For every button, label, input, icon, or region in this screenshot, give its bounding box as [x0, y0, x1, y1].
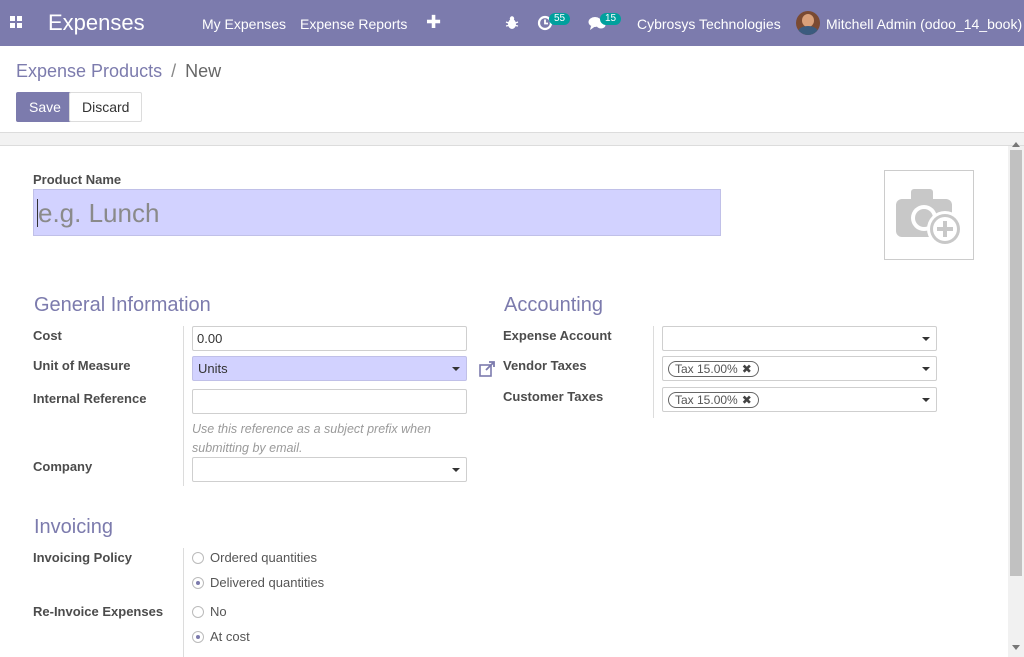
user-menu[interactable]: Mitchell Admin (odoo_14_book): [826, 16, 1022, 32]
general-information-title: General Information: [34, 294, 211, 316]
radio-reinvoice-at-cost[interactable]: [192, 631, 204, 643]
activity-count-badge: 55: [549, 13, 571, 25]
invoicing-separator: [183, 548, 184, 657]
company-select[interactable]: [192, 457, 467, 482]
save-button[interactable]: Save: [16, 92, 74, 122]
reinvoice-expenses-label: Re-Invoice Expenses: [33, 604, 164, 619]
vendor-taxes-select[interactable]: Tax 15.00% ✖: [662, 356, 937, 381]
chevron-down-icon: [922, 398, 930, 402]
internal-reference-input[interactable]: [192, 389, 467, 414]
customer-taxes-select[interactable]: Tax 15.00% ✖: [662, 387, 937, 412]
breadcrumb-current: New: [185, 61, 222, 81]
radio-label-reinvoice-at-cost[interactable]: At cost: [210, 629, 250, 645]
invoicing-policy-label: Invoicing Policy: [33, 550, 132, 565]
vendor-taxes-label: Vendor Taxes: [503, 358, 587, 373]
vendor-tax-tag-label: Tax 15.00%: [675, 362, 738, 376]
top-navbar: Expenses My Expenses Expense Reports ✚ 5…: [0, 0, 1024, 46]
product-name-input[interactable]: e.g. Lunch: [33, 189, 721, 236]
invoicing-title: Invoicing: [34, 516, 113, 538]
cost-label: Cost: [33, 328, 62, 343]
internal-reference-label: Internal Reference: [33, 391, 147, 406]
vertical-scrollbar[interactable]: [1008, 142, 1024, 657]
expense-account-select[interactable]: [662, 326, 937, 351]
customer-tax-tag-label: Tax 15.00%: [675, 393, 738, 407]
accounting-title: Accounting: [504, 294, 603, 316]
quick-create-plus-icon[interactable]: ✚: [426, 12, 441, 32]
app-title[interactable]: Expenses: [48, 10, 145, 36]
messages-count-badge: 15: [600, 13, 622, 25]
vendor-tax-tag: Tax 15.00% ✖: [668, 361, 759, 377]
breadcrumb-expense-products[interactable]: Expense Products: [16, 61, 162, 81]
scroll-down-arrow-icon[interactable]: [1012, 645, 1020, 650]
discard-button[interactable]: Discard: [69, 92, 143, 122]
breadcrumb: Expense Products / New: [16, 60, 221, 82]
unit-of-measure-label: Unit of Measure: [33, 358, 131, 373]
radio-ordered-quantities[interactable]: [192, 552, 204, 564]
internal-reference-help: Use this reference as a subject prefix w…: [192, 422, 432, 455]
camera-add-icon: [896, 189, 963, 247]
radio-reinvoice-no[interactable]: [192, 606, 204, 618]
chevron-down-icon: [452, 367, 460, 371]
unit-of-measure-select[interactable]: Units: [192, 356, 467, 381]
radio-delivered-quantities[interactable]: [192, 577, 204, 589]
expense-account-label: Expense Account: [503, 328, 612, 343]
menu-expense-reports[interactable]: Expense Reports: [300, 16, 407, 32]
customer-taxes-label: Customer Taxes: [503, 389, 604, 404]
company-switcher[interactable]: Cybrosys Technologies: [637, 16, 781, 32]
product-name-placeholder: e.g. Lunch: [38, 198, 160, 228]
accounting-separator: [653, 326, 654, 418]
chevron-down-icon: [452, 468, 460, 472]
cost-input[interactable]: 0.00: [192, 326, 467, 351]
form-top-divider: [0, 132, 1024, 146]
general-info-separator: [183, 326, 184, 486]
debug-bug-icon[interactable]: [505, 15, 519, 31]
apps-menu-icon[interactable]: [10, 16, 22, 28]
scroll-up-arrow-icon[interactable]: [1012, 142, 1020, 147]
breadcrumb-separator: /: [171, 61, 177, 81]
chevron-down-icon: [922, 337, 930, 341]
radio-label-reinvoice-no[interactable]: No: [210, 604, 227, 620]
menu-my-expenses[interactable]: My Expenses: [202, 16, 286, 32]
external-link-icon[interactable]: [478, 360, 496, 378]
remove-tag-icon[interactable]: ✖: [742, 362, 752, 376]
radio-label-ordered-quantities[interactable]: Ordered quantities: [210, 550, 317, 566]
text-cursor: [37, 199, 38, 227]
scroll-thumb[interactable]: [1010, 150, 1022, 576]
customer-tax-tag: Tax 15.00% ✖: [668, 392, 759, 408]
company-label: Company: [33, 459, 93, 474]
product-name-label: Product Name: [33, 172, 122, 187]
unit-of-measure-value: Units: [198, 361, 228, 376]
chevron-down-icon: [922, 367, 930, 371]
user-avatar[interactable]: [796, 11, 820, 35]
remove-tag-icon[interactable]: ✖: [742, 393, 752, 407]
radio-label-delivered-quantities[interactable]: Delivered quantities: [210, 575, 324, 591]
product-image-upload[interactable]: [884, 170, 974, 260]
